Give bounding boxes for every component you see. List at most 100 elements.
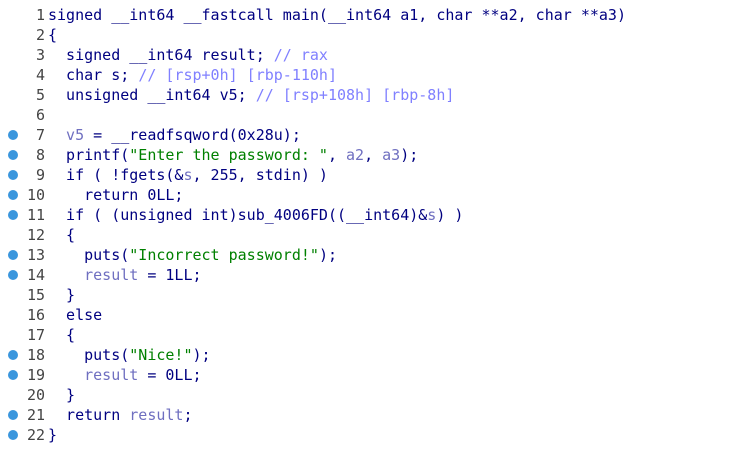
breakpoint-dot-icon[interactable]: [8, 270, 18, 280]
breakpoint-dot-icon[interactable]: [8, 170, 18, 180]
code-text: puts("Nice!");: [48, 345, 210, 365]
code-text: }: [48, 285, 75, 305]
code-token: = 0LL;: [138, 366, 202, 384]
line-number: 16: [26, 306, 45, 324]
code-token: ,: [327, 146, 347, 164]
code-line[interactable]: 14 result = 1LL;: [0, 265, 753, 285]
code-line[interactable]: 7 v5 = __readfsqword(0x28u);: [0, 125, 753, 145]
line-number: 21: [26, 406, 45, 424]
code-line[interactable]: 9 if ( !fgets(&s, 255, stdin) ): [0, 165, 753, 185]
code-line[interactable]: 20 }: [0, 385, 753, 405]
code-line[interactable]: 6: [0, 105, 753, 125]
code-text: if ( !fgets(&s, 255, stdin) ): [48, 165, 328, 185]
code-text: result = 1LL;: [48, 265, 202, 285]
line-number: 8: [35, 146, 45, 164]
code-token: v5: [48, 126, 85, 144]
code-token: if ( (unsigned int)sub_4006FD((__int64)&: [48, 206, 428, 224]
breakpoint-dot-icon[interactable]: [8, 210, 18, 220]
code-text: unsigned __int64 v5; // [rsp+108h] [rbp-…: [48, 85, 454, 105]
code-line[interactable]: 18 puts("Nice!");: [0, 345, 753, 365]
breakpoint-dot-icon[interactable]: [8, 150, 18, 160]
breakpoint-dot-icon[interactable]: [8, 370, 18, 380]
line-number: 2: [35, 26, 45, 44]
breakpoint-dot-icon[interactable]: [8, 190, 18, 200]
code-token: s: [183, 166, 193, 184]
breakpoint-dot-icon[interactable]: [8, 250, 18, 260]
code-line[interactable]: 3 signed __int64 result; // rax: [0, 45, 753, 65]
code-line[interactable]: 15 }: [0, 285, 753, 305]
code-token: return: [48, 406, 130, 424]
code-token: }: [48, 386, 76, 404]
code-token: result: [48, 366, 139, 384]
code-token: // [rsp+108h] [rbp-8h]: [255, 86, 455, 104]
line-number: 15: [26, 286, 45, 304]
code-token: signed __int64 __fastcall main(__int64 a…: [48, 6, 626, 24]
code-token: s: [427, 206, 437, 224]
code-lines: 1 signed __int64 __fastcall main(__int64 …: [0, 5, 753, 445]
code-text: char s; // [rsp+0h] [rbp-110h]: [48, 65, 337, 85]
code-line[interactable]: 13 puts("Incorrect password!");: [0, 245, 753, 265]
line-number: 1: [35, 6, 45, 24]
code-token: a3: [382, 146, 401, 164]
line-number: 14: [26, 266, 45, 284]
line-number: 18: [26, 346, 45, 364]
code-line[interactable]: 5 unsigned __int64 v5; // [rsp+108h] [rb…: [0, 85, 753, 105]
line-number: 22: [26, 426, 45, 444]
code-token: char s;: [48, 66, 139, 84]
code-line[interactable]: 11 if ( (unsigned int)sub_4006FD((__int6…: [0, 205, 753, 225]
code-text: signed __int64 __fastcall main(__int64 a…: [48, 5, 626, 25]
code-token: printf(: [48, 146, 130, 164]
code-token: = __readfsqword(0x28u);: [84, 126, 301, 144]
code-text: signed __int64 result; // rax: [48, 45, 328, 65]
line-number: 9: [35, 166, 45, 184]
code-token: a2: [346, 146, 365, 164]
code-line[interactable]: 10 return 0LL;: [0, 185, 753, 205]
code-token: , 255, stdin) ): [192, 166, 328, 184]
code-text: v5 = __readfsqword(0x28u);: [48, 125, 301, 145]
code-token: result: [48, 266, 139, 284]
code-line[interactable]: 8 printf("Enter the password: ", a2, a3)…: [0, 145, 753, 165]
code-token: {: [48, 26, 58, 44]
breakpoint-dot-icon[interactable]: [8, 430, 18, 440]
code-line[interactable]: 17 {: [0, 325, 753, 345]
code-text: if ( (unsigned int)sub_4006FD((__int64)&…: [48, 205, 463, 225]
pseudocode-view[interactable]: 1 signed __int64 __fastcall main(__int64 …: [0, 0, 753, 454]
code-token: }: [48, 426, 58, 444]
line-number: 19: [26, 366, 45, 384]
code-text: puts("Incorrect password!");: [48, 245, 337, 265]
code-token: unsigned __int64 v5;: [48, 86, 256, 104]
breakpoint-dot-icon[interactable]: [8, 130, 18, 140]
code-token: signed __int64 result;: [48, 46, 274, 64]
code-token: = 1LL;: [138, 266, 202, 284]
code-line[interactable]: 16 else: [0, 305, 753, 325]
line-number: 4: [35, 66, 45, 84]
code-text: result = 0LL;: [48, 365, 202, 385]
code-text: return result;: [48, 405, 192, 425]
code-line[interactable]: 21 return result;: [0, 405, 753, 425]
code-token: puts(: [48, 346, 130, 364]
code-token: ) ): [436, 206, 464, 224]
code-text: {: [48, 225, 75, 245]
line-number: 13: [26, 246, 45, 264]
line-number: 5: [35, 86, 45, 104]
code-token: );: [400, 146, 419, 164]
code-token: "Enter the password: ": [129, 146, 328, 164]
code-line[interactable]: 4 char s; // [rsp+0h] [rbp-110h]: [0, 65, 753, 85]
code-token: return 0LL;: [48, 186, 184, 204]
breakpoint-dot-icon[interactable]: [8, 410, 18, 420]
code-token: }: [48, 286, 76, 304]
code-line[interactable]: 2{: [0, 25, 753, 45]
code-token: else: [48, 306, 103, 324]
code-line[interactable]: 1 signed __int64 __fastcall main(__int64 …: [0, 5, 753, 25]
code-line[interactable]: 12 {: [0, 225, 753, 245]
line-number: 20: [26, 386, 45, 404]
code-token: );: [318, 246, 337, 264]
code-token: ,: [364, 146, 383, 164]
breakpoint-dot-icon[interactable]: [8, 350, 18, 360]
code-token: "Nice!": [129, 346, 193, 364]
code-line[interactable]: 19 result = 0LL;: [0, 365, 753, 385]
code-line[interactable]: 22}: [0, 425, 753, 445]
code-text: }: [48, 385, 75, 405]
code-text: printf("Enter the password: ", a2, a3);: [48, 145, 418, 165]
line-number: 11: [26, 206, 45, 224]
